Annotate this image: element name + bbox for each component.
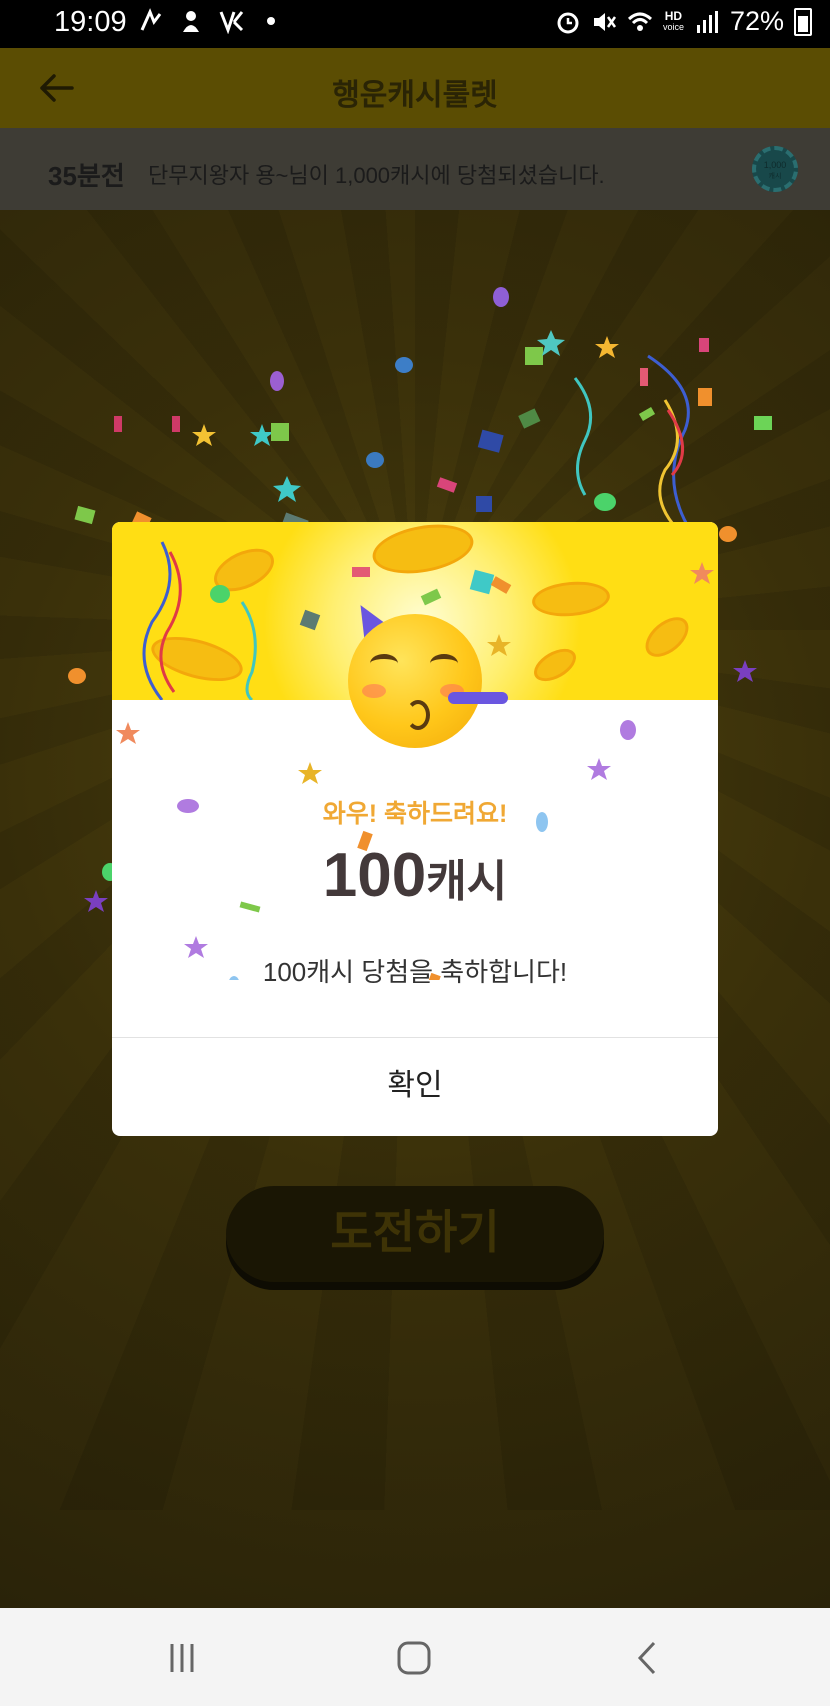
challenge-button[interactable]: 도전하기: [226, 1186, 604, 1282]
alarm-icon: [557, 12, 579, 33]
notification-icons: [138, 8, 284, 34]
voice-label: voice: [662, 21, 684, 32]
notification-app-icon: [183, 11, 199, 32]
battery-percent: 72%: [729, 6, 784, 36]
confirm-button[interactable]: 확인: [112, 1038, 718, 1136]
hd-voice-indicator: HD voice: [662, 8, 684, 33]
chip-unit: 캐시: [768, 173, 782, 180]
home-icon[interactable]: [394, 1638, 434, 1678]
recents-icon[interactable]: [162, 1638, 202, 1678]
notification-app-icon: [219, 11, 244, 34]
signal-icon: [696, 10, 718, 33]
ticker-message: 단무지왕자 용~님이 1,000캐시에 당첨되셨습니다.: [148, 163, 605, 188]
chip-value: 1,000: [763, 160, 787, 170]
wifi-icon: [627, 12, 652, 31]
battery-icon: [794, 7, 812, 36]
mute-icon: [593, 12, 616, 31]
cash-chip-icon: 1,000 캐시: [752, 146, 798, 192]
confetti-decoration: [116, 720, 636, 980]
app-header: 행운캐시룰렛: [0, 48, 830, 128]
page-title: 행운캐시룰렛: [332, 79, 498, 112]
system-nav-bar: [0, 1608, 830, 1706]
status-time: 19:09: [54, 6, 127, 38]
status-bar: 19:09 HD voice 72%: [0, 0, 830, 48]
ticker-time-ago: 35분전: [48, 161, 125, 191]
status-indicators: HD voice 72%: [555, 6, 812, 37]
reward-dialog: 와우! 축하드려요! 100캐시 100캐시 당첨을 축하합니다! 확인: [112, 522, 718, 1136]
more-notifications-icon: [267, 17, 275, 25]
challenge-button-label: 도전하기: [330, 1206, 500, 1258]
hd-label: HD: [664, 8, 683, 23]
winner-ticker: 35분전 단무지왕자 용~님이 1,000캐시에 당첨되셨습니다. 1,000 …: [0, 128, 830, 210]
notification-app-icon: [140, 8, 162, 31]
back-nav-icon[interactable]: [628, 1638, 668, 1678]
